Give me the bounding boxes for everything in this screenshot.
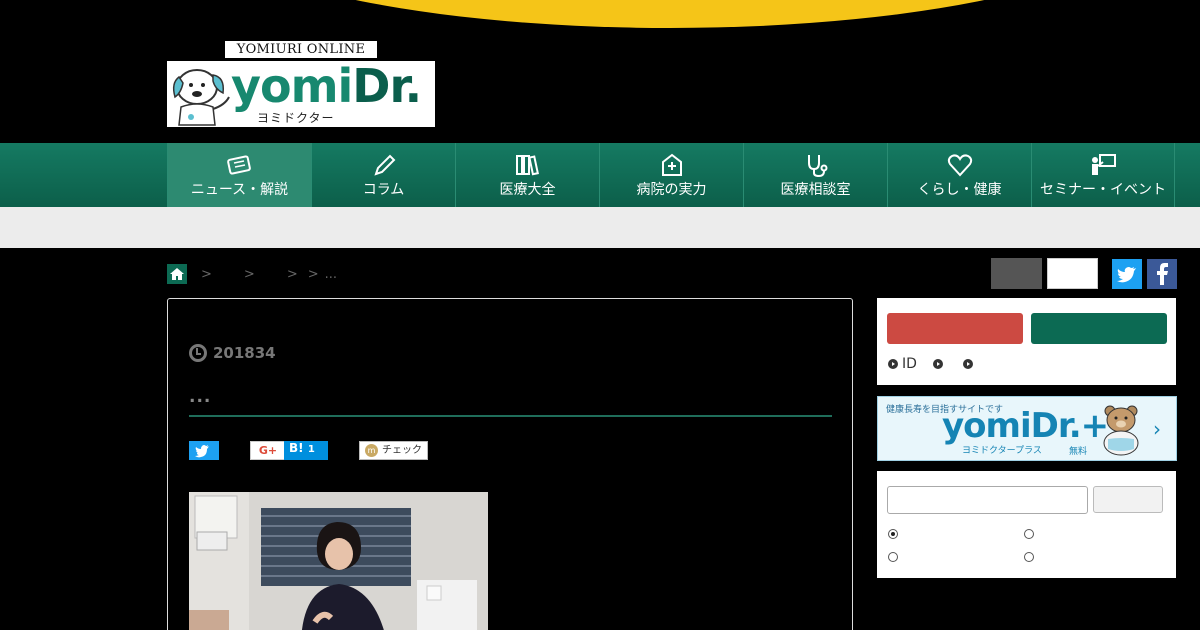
logo-dr: Dr. xyxy=(352,59,422,113)
plus-free: 無料 xyxy=(1069,447,1088,457)
heart-icon xyxy=(947,154,972,177)
search-scope-radio[interactable] xyxy=(888,529,898,539)
logo-yomi: yomi xyxy=(231,59,353,113)
login-link-2[interactable] xyxy=(932,359,947,369)
title-divider xyxy=(189,415,832,417)
home-icon[interactable] xyxy=(167,264,187,284)
font-size-small-button[interactable] xyxy=(991,258,1042,289)
mixi-check-label: チェック xyxy=(382,445,422,456)
search-box xyxy=(877,471,1176,578)
main-nav: ニュース・解説 コラム 医療大全 病院の実力 医療相談室 くらし・健康 セミナー… xyxy=(0,143,1200,207)
books-icon xyxy=(515,155,539,176)
presentation-icon xyxy=(1092,154,1116,175)
top-yellow-arc xyxy=(184,0,1156,28)
arrow-circle-icon xyxy=(962,359,973,369)
breadcrumb-separator: > xyxy=(286,266,298,282)
facebook-follow-button[interactable] xyxy=(1147,259,1177,289)
plus-brand: yomiDr.+ xyxy=(942,406,1109,446)
chevron-right-icon: › xyxy=(1153,417,1161,441)
sub-nav-bar xyxy=(0,207,1200,248)
article-date-text: 201834 xyxy=(213,344,276,362)
nav-label: 医療大全 xyxy=(499,182,556,198)
nav-item-news[interactable]: ニュース・解説 xyxy=(167,143,311,207)
newspaper-icon xyxy=(226,155,251,175)
nav-item-seminar[interactable]: セミナー・イベント xyxy=(1031,143,1175,207)
article-photo xyxy=(189,492,488,630)
mixi-check-button[interactable]: m チェック xyxy=(359,441,428,460)
breadcrumb-current: ... xyxy=(324,266,338,282)
search-scope-radio[interactable] xyxy=(1024,552,1034,562)
login-links: ID xyxy=(888,356,993,372)
google-plus-share-button[interactable]: G+ xyxy=(250,441,286,460)
login-link-3[interactable] xyxy=(962,359,977,369)
facebook-f-icon xyxy=(1157,263,1168,285)
logo-yomiuri-online: YOMIURI ONLINE xyxy=(225,41,377,58)
breadcrumb: > > > > ... xyxy=(167,264,337,284)
hatena-label: B! xyxy=(289,441,304,455)
nav-label: くらし・健康 xyxy=(917,182,1002,198)
search-button[interactable] xyxy=(1093,486,1163,513)
font-size-large-button[interactable] xyxy=(1047,258,1098,289)
nav-label: ニュース・解説 xyxy=(190,182,289,198)
hospital-icon xyxy=(661,153,682,176)
login-button[interactable] xyxy=(1031,313,1167,344)
twitter-bird-icon xyxy=(1117,267,1136,283)
article-date: 201834 xyxy=(189,344,276,362)
register-button[interactable] xyxy=(887,313,1023,344)
mixi-icon: m xyxy=(365,444,378,457)
article-card: 201834 ... G+ B! 1 m チェック xyxy=(167,298,853,630)
plus-kana: ヨミドクタープラス xyxy=(962,446,1042,456)
login-link-id[interactable]: ID xyxy=(888,356,917,372)
nav-label: セミナー・イベント xyxy=(1040,182,1166,198)
site-logo[interactable]: YOMIURI ONLINE yomiDr. ヨミドクター xyxy=(167,41,435,127)
twitter-follow-button[interactable] xyxy=(1112,259,1142,289)
search-input[interactable] xyxy=(887,486,1088,514)
article-title: ... xyxy=(189,387,212,407)
breadcrumb-separator: > xyxy=(307,266,319,282)
nav-item-consultation[interactable]: 医療相談室 xyxy=(743,143,887,207)
tweet-share-button[interactable] xyxy=(189,441,219,460)
nav-item-health[interactable]: くらし・健康 xyxy=(887,143,1031,207)
arrow-circle-icon xyxy=(932,359,943,369)
twitter-bird-icon xyxy=(195,445,209,458)
clock-icon xyxy=(189,344,207,362)
arrow-circle-icon xyxy=(888,359,898,369)
hatena-bookmark-button[interactable]: B! 1 xyxy=(284,441,328,460)
nav-item-column[interactable]: コラム xyxy=(311,143,455,207)
login-link-label: ID xyxy=(902,356,917,372)
breadcrumb-separator: > xyxy=(201,266,212,282)
search-scope-radio[interactable] xyxy=(888,552,898,562)
main-nav-items: ニュース・解説 コラム 医療大全 病院の実力 医療相談室 くらし・健康 セミナー… xyxy=(167,143,1175,207)
pencil-icon xyxy=(373,154,395,176)
yomidr-plus-banner[interactable]: 健康長寿を目指すサイトです yomiDr.+ ヨミドクタープラス 無料 › xyxy=(877,396,1177,461)
breadcrumb-separator: > xyxy=(243,266,255,282)
nav-label: 医療相談室 xyxy=(780,182,851,198)
dog-mascot-icon xyxy=(172,69,230,126)
logo-kana: ヨミドクター xyxy=(257,111,335,125)
bear-mascot-icon xyxy=(1103,405,1139,456)
stethoscope-icon xyxy=(807,155,827,178)
page: YOMIURI ONLINE yomiDr. ヨミドクター ニュース・解説 コラ… xyxy=(0,0,1200,630)
nav-label: 病院の実力 xyxy=(636,182,707,198)
login-box: ID xyxy=(877,298,1176,385)
logo-wordmark: yomiDr. xyxy=(231,59,422,113)
hatena-count: 1 xyxy=(307,444,315,455)
nav-label: コラム xyxy=(362,182,405,198)
nav-item-encyclopedia[interactable]: 医療大全 xyxy=(455,143,599,207)
nav-item-hospital[interactable]: 病院の実力 xyxy=(599,143,743,207)
search-scope-radio[interactable] xyxy=(1024,529,1034,539)
